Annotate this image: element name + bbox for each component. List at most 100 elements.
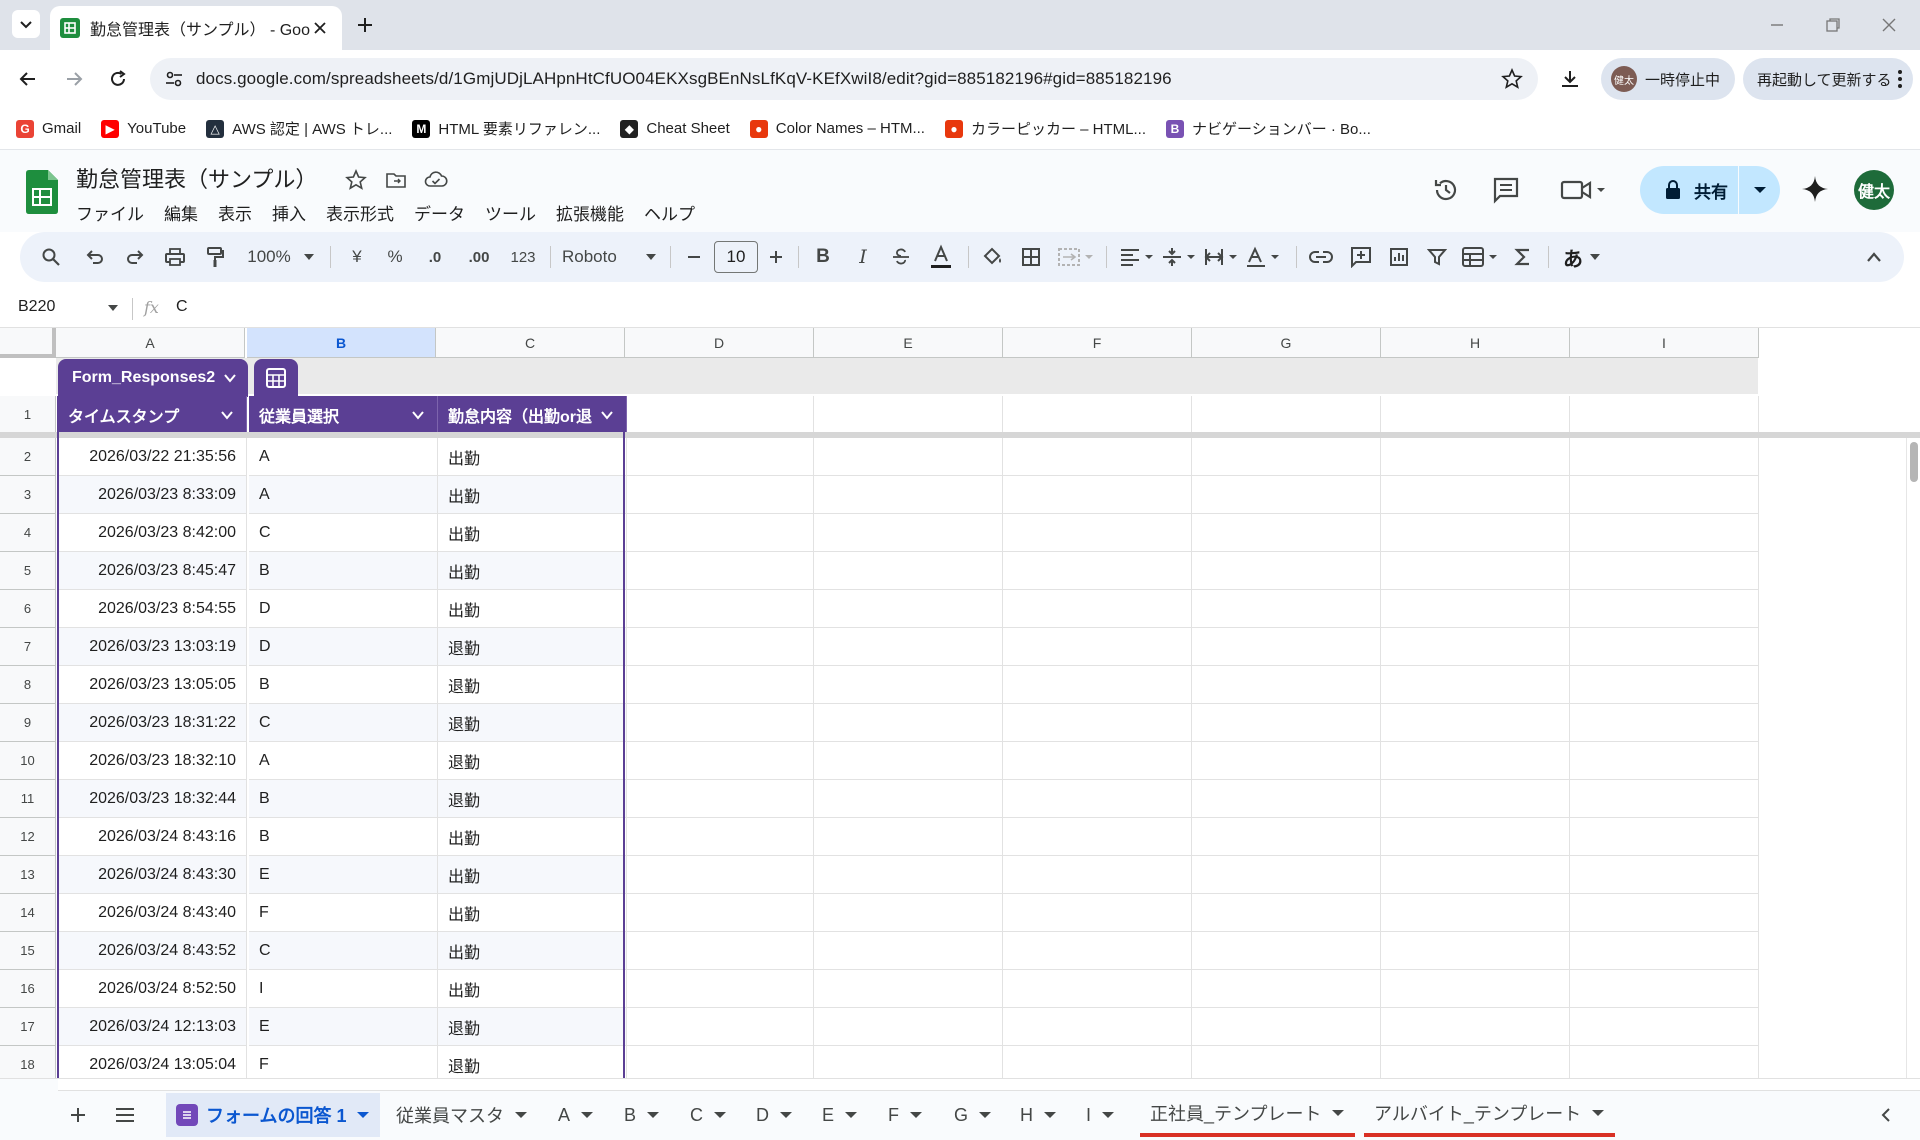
empty-cell[interactable]	[814, 818, 1003, 856]
insert-link-icon[interactable]	[1308, 244, 1334, 270]
table-cell[interactable]: 出勤	[438, 856, 627, 894]
sheet-tab-caret-icon[interactable]	[978, 1108, 992, 1122]
filter-icon[interactable]	[1424, 244, 1450, 270]
table-cell[interactable]: B	[249, 666, 438, 704]
text-wrapping-icon[interactable]	[1202, 244, 1242, 270]
empty-cell[interactable]	[814, 932, 1003, 970]
sheet-tab[interactable]: 正社員_テンプレート	[1140, 1093, 1356, 1137]
empty-cell[interactable]	[625, 818, 814, 856]
horizontal-scrollbar[interactable]	[58, 1079, 1920, 1091]
empty-cell[interactable]	[1381, 396, 1570, 434]
table-cell[interactable]: 退勤	[438, 628, 627, 666]
caret-down-icon[interactable]	[580, 1110, 594, 1120]
empty-cell[interactable]	[1381, 628, 1570, 666]
font-size-input[interactable]: 10	[714, 241, 758, 273]
empty-cell[interactable]	[814, 704, 1003, 742]
column-header[interactable]: B	[247, 328, 436, 358]
empty-cell[interactable]	[1003, 1046, 1192, 1078]
table-cell[interactable]: D	[249, 628, 438, 666]
caret-down-icon[interactable]	[1331, 1108, 1345, 1118]
row-header[interactable]: 15	[0, 932, 56, 970]
table-cell[interactable]: 退勤	[438, 780, 627, 818]
empty-cell[interactable]	[625, 1046, 814, 1078]
comments-icon[interactable]	[1490, 174, 1522, 206]
strikethrough-icon[interactable]	[888, 244, 914, 270]
bookmark-item[interactable]: ● Color Names – HTM...	[749, 119, 925, 138]
table-cell[interactable]: 出勤	[438, 552, 627, 590]
back-button[interactable]	[14, 65, 42, 93]
empty-cell[interactable]	[625, 970, 814, 1008]
empty-cell[interactable]	[625, 742, 814, 780]
empty-cell[interactable]	[1570, 780, 1759, 818]
column-header[interactable]: A	[56, 328, 245, 358]
menu-item[interactable]: 表示	[208, 198, 262, 227]
empty-cell[interactable]	[1003, 628, 1192, 666]
table-cell[interactable]: F	[249, 894, 438, 932]
bookmark-item[interactable]: M HTML 要素リファレン...	[412, 118, 600, 139]
empty-cell[interactable]	[1570, 666, 1759, 704]
empty-cell[interactable]	[814, 666, 1003, 704]
empty-cell[interactable]	[1381, 1046, 1570, 1078]
empty-cell[interactable]	[625, 704, 814, 742]
sheet-tab[interactable]: B	[614, 1093, 670, 1137]
table-cell[interactable]: 2026/03/24 8:43:40	[58, 894, 247, 932]
row-header[interactable]: 9	[0, 704, 56, 742]
table-cell[interactable]: D	[249, 590, 438, 628]
increase-decimal-button[interactable]: .00	[462, 244, 496, 270]
empty-cell[interactable]	[1003, 552, 1192, 590]
sheet-tab-caret-icon[interactable]	[580, 1108, 594, 1122]
menu-item[interactable]: 表示形式	[316, 198, 404, 227]
menu-item[interactable]: データ	[404, 198, 475, 227]
sheet-tab-caret-icon[interactable]	[713, 1108, 727, 1122]
table-name-chip[interactable]: Form_Responses2	[58, 359, 248, 397]
sheet-tab[interactable]: G	[944, 1093, 1002, 1137]
empty-cell[interactable]	[625, 396, 814, 434]
caret-down-icon[interactable]	[356, 1110, 370, 1120]
chevron-down-icon[interactable]	[219, 407, 235, 423]
empty-cell[interactable]	[1003, 1008, 1192, 1046]
menu-item[interactable]: ヘルプ	[634, 198, 705, 227]
sheet-tab[interactable]: D	[746, 1093, 803, 1137]
empty-cell[interactable]	[1192, 514, 1381, 552]
empty-cell[interactable]	[814, 1046, 1003, 1078]
more-formats-button[interactable]: 123	[506, 244, 540, 270]
menu-item[interactable]: 編集	[154, 198, 208, 227]
empty-cell[interactable]	[1381, 780, 1570, 818]
name-box-caret-icon[interactable]	[104, 299, 122, 317]
chevron-down-icon[interactable]	[599, 407, 615, 423]
undo-icon[interactable]	[82, 244, 108, 270]
empty-cell[interactable]	[814, 970, 1003, 1008]
empty-cell[interactable]	[625, 514, 814, 552]
empty-cell[interactable]	[1003, 590, 1192, 628]
table-cell[interactable]: 2026/03/23 8:33:09	[58, 476, 247, 514]
caret-down-icon[interactable]	[909, 1110, 923, 1120]
empty-cell[interactable]	[1003, 970, 1192, 1008]
table-cell[interactable]: 2026/03/24 8:43:52	[58, 932, 247, 970]
empty-cell[interactable]	[1381, 552, 1570, 590]
row-header[interactable]: 12	[0, 818, 56, 856]
search-menus-icon[interactable]	[38, 244, 64, 270]
caret-down-icon[interactable]	[1043, 1110, 1057, 1120]
sheet-tab-caret-icon[interactable]	[1591, 1106, 1605, 1120]
row-header[interactable]: 7	[0, 628, 56, 666]
empty-cell[interactable]	[625, 590, 814, 628]
empty-cell[interactable]	[625, 856, 814, 894]
table-cell[interactable]: 出勤	[438, 818, 627, 856]
empty-cell[interactable]	[1192, 666, 1381, 704]
row-header[interactable]: 3	[0, 476, 56, 514]
reload-button[interactable]	[104, 65, 132, 93]
column-header[interactable]: C	[436, 328, 625, 358]
borders-icon[interactable]	[1018, 244, 1044, 270]
empty-cell[interactable]	[1570, 514, 1759, 552]
empty-cell[interactable]	[1003, 514, 1192, 552]
table-cell[interactable]: 2026/03/24 8:43:30	[58, 856, 247, 894]
empty-cell[interactable]	[1570, 590, 1759, 628]
empty-cell[interactable]	[1192, 476, 1381, 514]
empty-cell[interactable]	[814, 396, 1003, 434]
row-header[interactable]: 18	[0, 1046, 56, 1078]
empty-cell[interactable]	[814, 1008, 1003, 1046]
empty-cell[interactable]	[814, 476, 1003, 514]
empty-cell[interactable]	[1192, 628, 1381, 666]
table-cell[interactable]: C	[249, 514, 438, 552]
table-column-header[interactable]: 勤怠内容（出勤or退	[438, 396, 627, 434]
